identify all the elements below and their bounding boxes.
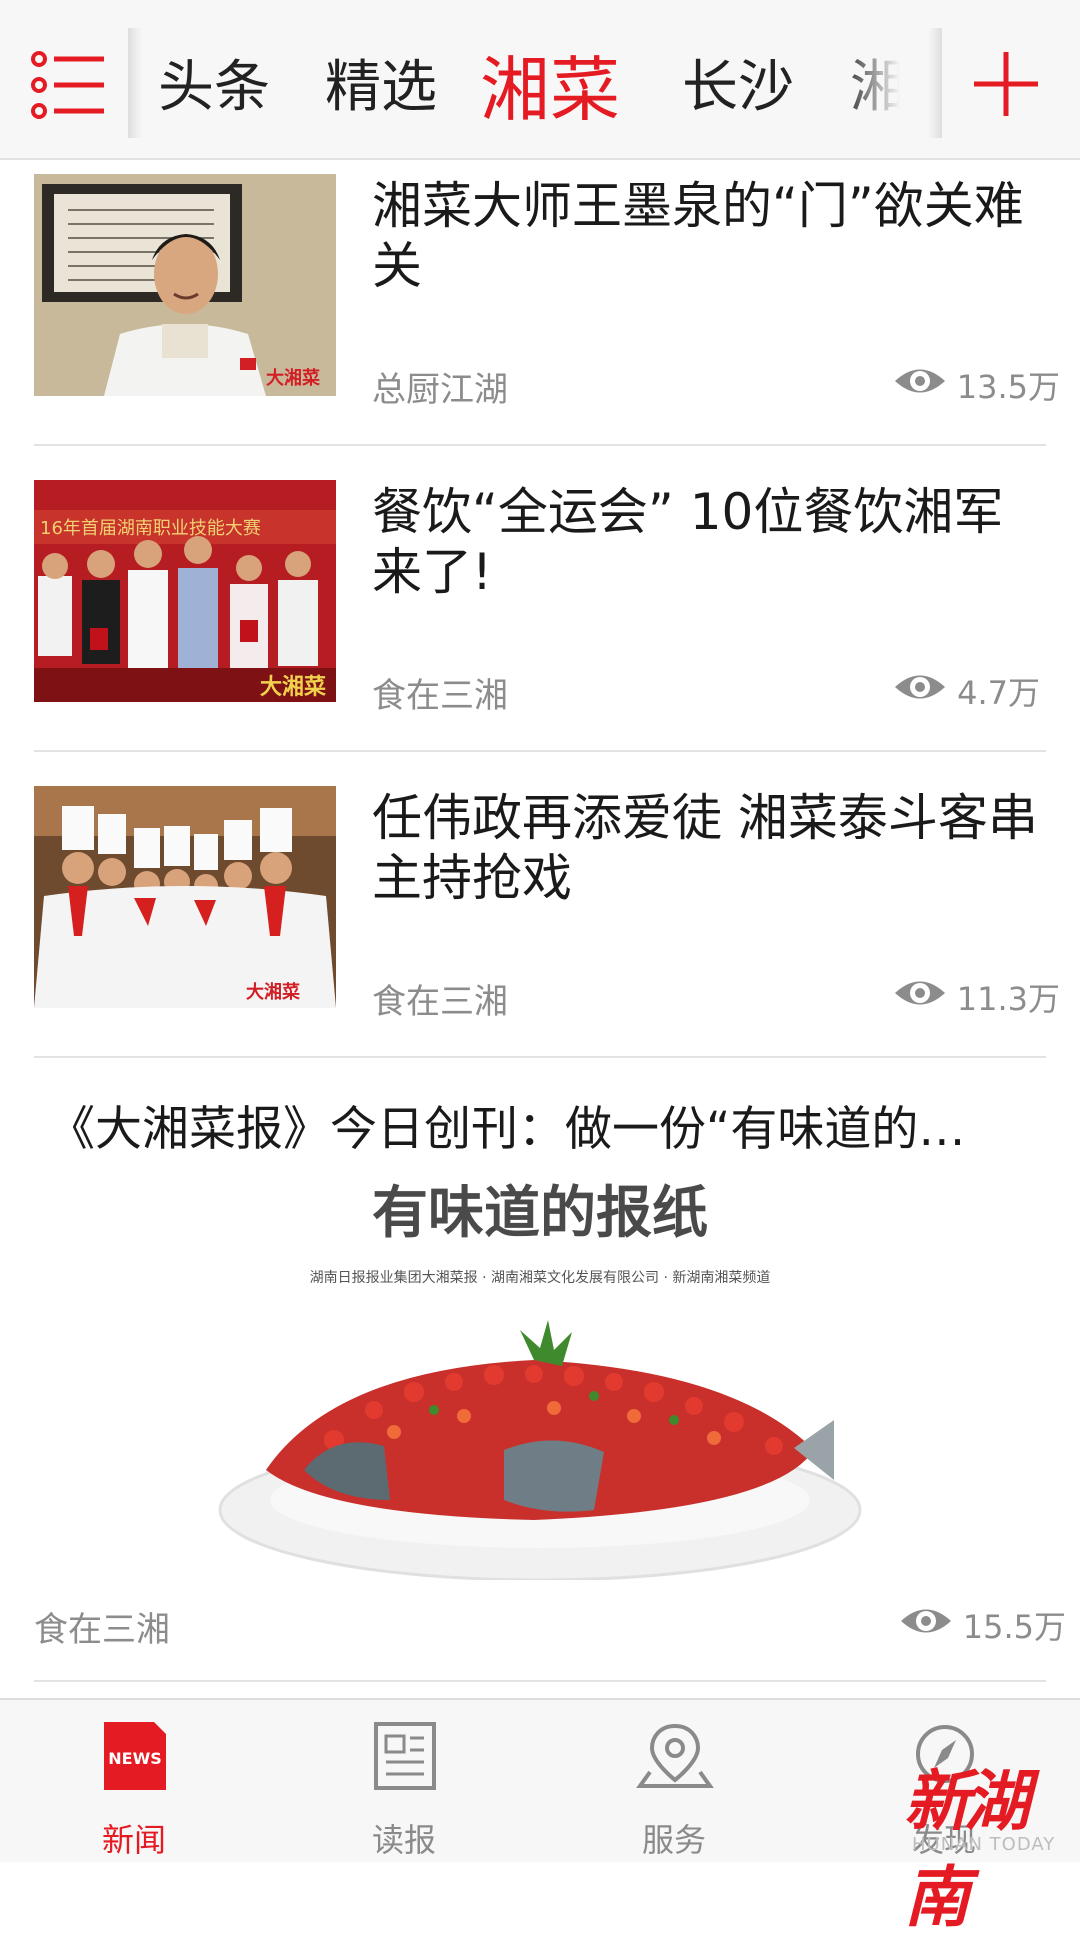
- watermark-subtext: HUNAN TODAY: [912, 1834, 1056, 1855]
- eye-icon: [893, 364, 947, 406]
- article-thumbnail-chef: 大湘菜: [34, 174, 336, 396]
- article-source: 食在三湘: [372, 982, 508, 1022]
- plus-divider-shadow: [928, 28, 942, 138]
- add-channel-plus-icon[interactable]: [970, 48, 1042, 120]
- article-views: 4.7万: [893, 668, 1040, 714]
- article-source: 总厨江湖: [372, 370, 508, 410]
- eye-icon: [899, 1604, 953, 1646]
- tab-xiangcai[interactable]: 湘菜: [480, 0, 620, 160]
- article-title[interactable]: 餐饮“全运会” 10位餐饮湘军来了!: [372, 482, 1052, 602]
- newspaper-icon: [374, 1722, 436, 1790]
- image-subline: 湖南日报报业集团大湘菜报 · 湖南湘菜文化发展有限公司 · 新湖南湘菜频道: [310, 1269, 771, 1286]
- tabs-fade: [840, 0, 940, 158]
- svg-text:大湘菜: 大湘菜: [246, 981, 300, 1003]
- featured-article-source: 食在三湘: [34, 1610, 170, 1650]
- svg-text:大湘菜: 大湘菜: [266, 367, 320, 389]
- nav-service-label: 服务: [641, 1821, 706, 1859]
- article-thumbnail-chefs: 大湘菜: [34, 786, 336, 1008]
- nav-news[interactable]: NEWS 新闻: [44, 1722, 224, 1858]
- nav-news-label: 新闻: [101, 1821, 166, 1859]
- article-title[interactable]: 任伟政再添爱徒 湘菜泰斗客串主持抢戏: [372, 788, 1052, 908]
- divider: [34, 750, 1046, 752]
- article-item[interactable]: 大湘菜 任伟政再添爱徒 湘菜泰斗客串主持抢戏 食在三湘 11.3万: [0, 786, 1080, 1022]
- article-source: 食在三湘: [372, 676, 508, 716]
- menu-divider-shadow: [128, 28, 142, 138]
- featured-article-views: 15.5万: [899, 1602, 1066, 1648]
- channel-bar: 头条 精选 湘菜 长沙 湘: [0, 0, 1080, 160]
- hunan-today-watermark-logo: 新湖南 HUNAN TODAY: [900, 1748, 1076, 1936]
- divider: [34, 1680, 1046, 1682]
- tab-toutiao[interactable]: 头条: [158, 0, 270, 160]
- svg-text:大湘菜: 大湘菜: [260, 674, 326, 700]
- view-count: 4.7万: [957, 674, 1040, 712]
- divider: [34, 444, 1046, 446]
- view-count: 11.3万: [956, 980, 1060, 1018]
- eye-icon: [893, 670, 947, 712]
- featured-article-title[interactable]: 《大湘菜报》今日创刊：做一份“有味道的…: [48, 1100, 1048, 1160]
- nav-newspaper[interactable]: 读报: [314, 1722, 494, 1858]
- news-icon: NEWS: [104, 1722, 166, 1790]
- article-views: 11.3万: [893, 974, 1060, 1020]
- article-item[interactable]: 大湘菜 湘菜大师王墨泉的“门”欲关难关 总厨江湖 13.5万: [0, 174, 1080, 410]
- image-headline: 有味道的报纸: [372, 1180, 708, 1246]
- view-count: 13.5万: [956, 368, 1060, 406]
- menu-list-icon[interactable]: [30, 50, 108, 120]
- nav-newspaper-label: 读报: [371, 1821, 436, 1859]
- featured-article-image[interactable]: 有味道的报纸 湖南日报报业集团大湘菜报 · 湖南湘菜文化发展有限公司 · 新湖南…: [34, 1170, 1046, 1580]
- news-badge-text: NEWS: [108, 1749, 162, 1768]
- article-item[interactable]: 16年首届湖南职业技能大赛 大湘菜 餐饮“全运会” 10位餐饮湘军来了! 食在三…: [0, 480, 1080, 716]
- location-pin-icon: [636, 1722, 714, 1790]
- article-views: 13.5万: [893, 362, 1060, 408]
- article-title[interactable]: 湘菜大师王墨泉的“门”欲关难关: [372, 176, 1052, 296]
- article-thumbnail-group: 16年首届湖南职业技能大赛 大湘菜: [34, 480, 336, 702]
- eye-icon: [893, 976, 947, 1018]
- divider: [34, 1056, 1046, 1058]
- nav-service[interactable]: 服务: [584, 1722, 764, 1858]
- view-count: 15.5万: [962, 1608, 1066, 1646]
- svg-text:16年首届湖南职业技能大赛: 16年首届湖南职业技能大赛: [40, 518, 261, 539]
- channel-tabs: 头条 精选 湘菜 长沙 湘: [150, 0, 930, 160]
- tab-jingxuan[interactable]: 精选: [325, 0, 437, 160]
- tab-changsha[interactable]: 长沙: [682, 0, 794, 160]
